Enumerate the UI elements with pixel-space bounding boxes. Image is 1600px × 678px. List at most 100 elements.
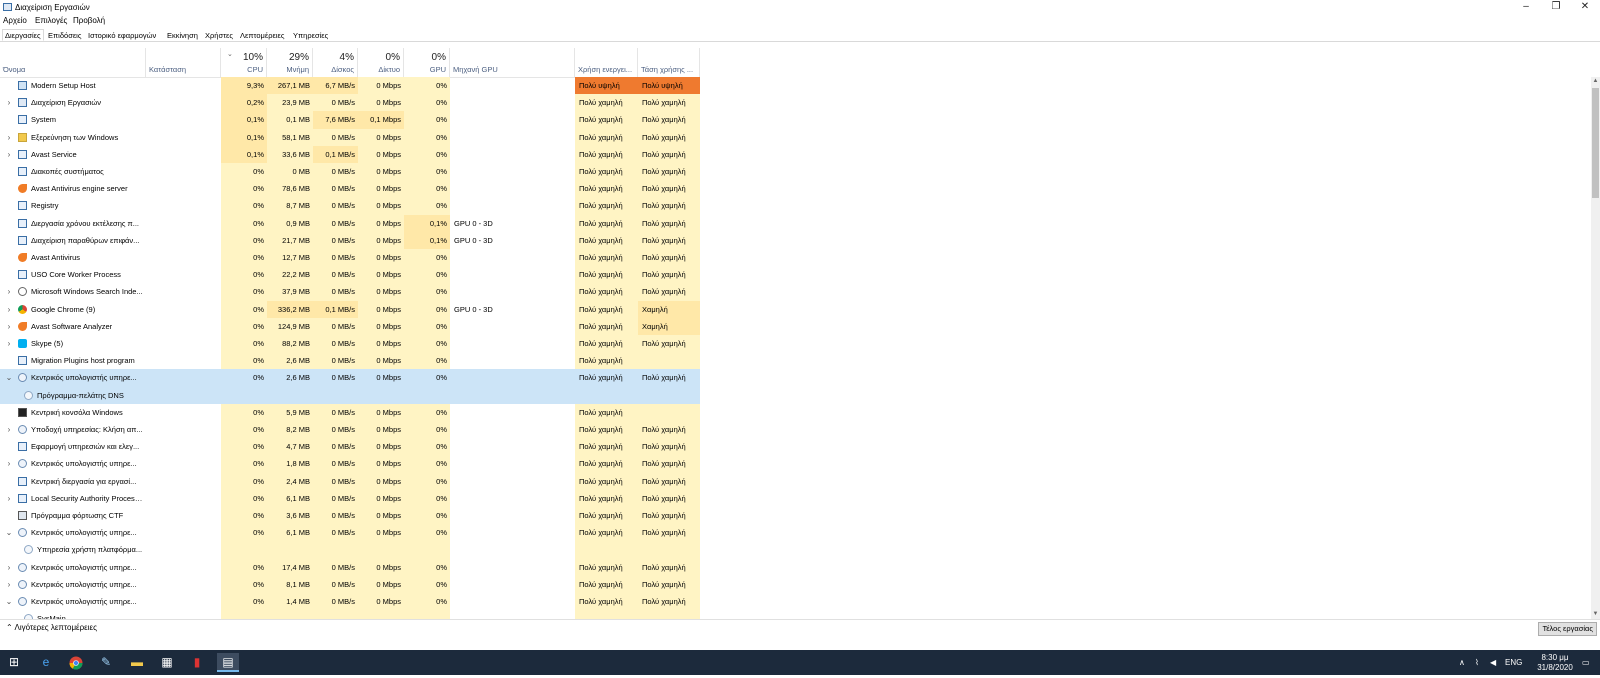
chevron-down-icon[interactable]: ⌄ — [5, 369, 13, 386]
file-explorer-icon[interactable]: ▬ — [126, 653, 148, 672]
process-row[interactable]: Πρόγραμμα φόρτωσης CTF 0% 3,6 MB 0 MB/s 0 Mb… — [0, 507, 700, 525]
menu-view[interactable]: Προβολή — [73, 16, 105, 25]
process-row[interactable]: › Microsoft Windows Search Inde... 0% 37,9 … — [0, 283, 700, 301]
maximize-button[interactable]: ❐ — [1541, 0, 1571, 14]
chevron-right-icon[interactable]: › — [5, 301, 13, 318]
header-memory[interactable]: 29% Μνήμη — [267, 48, 313, 77]
chevron-right-icon[interactable]: › — [5, 283, 13, 300]
process-row[interactable]: Διεργασία χρόνου εκτέλεσης π... 0% 0,9 MB 0… — [0, 214, 700, 232]
chevron-right-icon[interactable]: › — [5, 490, 13, 507]
process-row[interactable]: › Skype (5) 0% 88,2 MB 0 MB/s 0 Mbps 0% Πολύ χα… — [0, 335, 700, 353]
scroll-up-icon[interactable]: ▲ — [1591, 77, 1600, 86]
chevron-down-icon[interactable]: ⌄ — [5, 593, 13, 610]
minimize-button[interactable]: – — [1511, 0, 1541, 14]
process-row[interactable]: Avast Antivirus engine server 0% 78,6 MB 0 … — [0, 180, 700, 198]
gpu-engine-cell — [450, 146, 575, 163]
tab-startup[interactable]: Εκκίνηση — [164, 29, 201, 41]
process-row[interactable]: › Google Chrome (9) 0% 336,2 MB 0,1 MB/s 0 Mb… — [0, 300, 700, 318]
office-app-icon[interactable]: ▮ — [186, 653, 208, 672]
header-gpu-engine[interactable]: Μηχανή GPU — [450, 48, 575, 77]
chrome-icon[interactable] — [65, 653, 87, 672]
header-name[interactable]: Όνομα — [0, 48, 146, 77]
header-power-trend[interactable]: Τάση χρήσης ... — [638, 48, 700, 77]
end-task-button[interactable]: Τέλος εργασίας — [1538, 622, 1597, 636]
chevron-right-icon[interactable]: › — [5, 146, 13, 163]
movie-app-icon[interactable]: ▦ — [156, 653, 178, 672]
scroll-thumb[interactable] — [1592, 88, 1599, 198]
process-row[interactable]: Modern Setup Host 9,3% 267,1 MB 6,7 MB/s 0 M… — [0, 77, 700, 95]
tab-services[interactable]: Υπηρεσίες — [290, 29, 331, 41]
child-service-row[interactable]: SysMain — [0, 610, 700, 619]
chevron-right-icon[interactable]: › — [5, 335, 13, 352]
cpu-cell: 0% — [221, 438, 267, 456]
chevron-right-icon[interactable]: › — [5, 455, 13, 472]
process-row[interactable]: › Avast Service 0,1% 33,6 MB 0,1 MB/s 0 Mbps 0… — [0, 145, 700, 163]
volume-icon[interactable]: ◀ — [1490, 650, 1496, 675]
process-row[interactable]: Κεντρική διεργασία για εργασί... 0% 2,4 MB… — [0, 472, 700, 490]
clock[interactable]: 8:30 μμ 31/8/2020 — [1535, 653, 1575, 678]
network-cell: 0 Mbps — [358, 77, 404, 95]
tab-performance[interactable]: Επιδόσεις — [45, 29, 84, 41]
windows-start-icon[interactable]: ⊞ — [3, 653, 25, 672]
process-row[interactable]: › Υποδοχή υπηρεσίας: Κλήση απ... 0% 8,2 MB 0… — [0, 421, 700, 439]
child-service-row[interactable]: Πρόγραμμα-πελάτης DNS — [0, 386, 700, 404]
header-network[interactable]: 0% Δίκτυο — [358, 48, 404, 77]
process-row[interactable]: Avast Antivirus 0% 12,7 MB 0 MB/s 0 Mbps 0% Πο… — [0, 249, 700, 267]
process-row[interactable]: › Διαχείριση Εργασιών 0,2% 23,9 MB 0 MB/s 0 M… — [0, 94, 700, 112]
header-cpu[interactable]: ⌄ 10% CPU — [221, 48, 267, 77]
process-row[interactable]: Migration Plugins host program 0% 2,6 MB 0 … — [0, 352, 700, 370]
process-row[interactable]: ⌄ Κεντρικός υπολογιστής υπηρε... 0% 2,6 MB 0… — [0, 369, 700, 387]
chevron-right-icon[interactable]: › — [5, 576, 13, 593]
network-cell: 0 Mbps — [358, 231, 404, 249]
chevron-up-icon[interactable]: ∧ — [1459, 650, 1465, 675]
scroll-down-icon[interactable]: ▼ — [1591, 610, 1600, 619]
process-row[interactable]: System 0,1% 0,1 MB 7,6 MB/s 0,1 Mbps 0% Πολύ χ… — [0, 111, 700, 129]
menu-file[interactable]: Αρχείο — [3, 16, 27, 25]
menu-options[interactable]: Επιλογές — [35, 16, 67, 25]
fewer-details-toggle[interactable]: ⌃ Λιγότερες λεπτομέρειες — [6, 623, 97, 632]
process-row[interactable]: ⌄ Κεντρικός υπολογιστής υπηρε... 0% 6,1 MB 0… — [0, 524, 700, 542]
notes-app-icon[interactable]: ✎ — [95, 653, 117, 672]
process-row[interactable]: Διαχείριση παραθύρων επιφάν... 0% 21,7 MB 0… — [0, 231, 700, 249]
chevron-right-icon[interactable]: › — [5, 129, 13, 146]
header-gpu[interactable]: 0% GPU — [404, 48, 450, 77]
chevron-right-icon[interactable]: › — [5, 318, 13, 335]
disk-cell — [313, 386, 358, 404]
notifications-icon[interactable]: ▭ — [1582, 650, 1590, 675]
language-indicator[interactable]: ENG — [1505, 650, 1522, 675]
header-status[interactable]: Κατάσταση — [146, 48, 221, 77]
process-row[interactable]: Διακοπές συστήματος 0% 0 MB 0 MB/s 0 Mbps 0% Π… — [0, 163, 700, 181]
chevron-right-icon[interactable]: › — [5, 559, 13, 576]
memory-cell: 4,7 MB — [267, 438, 313, 456]
process-row[interactable]: ⌄ Κεντρικός υπολογιστής υπηρε... 0% 1,4 MB 0… — [0, 593, 700, 611]
tab-app-history[interactable]: Ιστορικό εφαρμογών — [85, 29, 159, 41]
network-icon[interactable]: ⌇ — [1475, 650, 1479, 675]
edge-icon[interactable]: e — [35, 653, 57, 672]
close-button[interactable]: ✕ — [1570, 0, 1600, 14]
chevron-right-icon[interactable]: › — [5, 421, 13, 438]
process-row[interactable]: › Κεντρικός υπολογιστής υπηρε... 0% 17,4 MB… — [0, 558, 700, 576]
process-row[interactable]: › Εξερεύνηση των Windows 0,1% 58,1 MB 0 MB/s… — [0, 128, 700, 146]
chevron-down-icon[interactable]: ⌄ — [5, 524, 13, 541]
tab-users[interactable]: Χρήστες — [202, 29, 236, 41]
process-row[interactable]: USO Core Worker Process 0% 22,2 MB 0 MB/s 0 … — [0, 266, 700, 284]
process-row[interactable]: › Local Security Authority Process... 0% 6,… — [0, 489, 700, 507]
power-trend-cell: Πολύ χαμηλή — [638, 472, 700, 490]
header-disk[interactable]: 4% Δίσκος — [313, 48, 358, 77]
process-row[interactable]: › Κεντρικός υπολογιστής υπηρε... 0% 8,1 MB 0… — [0, 575, 700, 593]
app-window-icon — [18, 476, 27, 486]
chevron-right-icon[interactable]: › — [5, 94, 13, 111]
process-row[interactable]: › Κεντρικός υπολογιστής υπηρε... 0% 1,8 MB 0… — [0, 455, 700, 473]
header-power-usage[interactable]: Χρήση ενεργει... — [575, 48, 638, 77]
process-row[interactable]: Εφαρμογή υπηρεσιών και ελεγ... 0% 4,7 MB 0 … — [0, 438, 700, 456]
process-row[interactable]: Registry 0% 8,7 MB 0 MB/s 0 Mbps 0% Πολύ χαμηλ… — [0, 197, 700, 215]
child-service-row[interactable]: Υπηρεσία χρήστη πλατφόρμα... — [0, 541, 700, 559]
tab-processes[interactable]: Διεργασίες — [2, 29, 44, 41]
tab-details[interactable]: Λεπτομέρειες — [237, 29, 287, 41]
process-row[interactable]: › Avast Software Analyzer 0% 124,9 MB 0 MB/s… — [0, 317, 700, 335]
process-row[interactable]: Κεντρική κονσόλα Windows 0% 5,9 MB 0 MB/s 0 … — [0, 403, 700, 421]
power-usage-cell: Πολύ χαμηλή — [575, 524, 638, 542]
cpu-cell: 0% — [221, 472, 267, 490]
vertical-scrollbar[interactable]: ▲ ▼ — [1591, 77, 1600, 619]
task-manager-taskbar-icon[interactable]: ▤ — [217, 653, 239, 672]
